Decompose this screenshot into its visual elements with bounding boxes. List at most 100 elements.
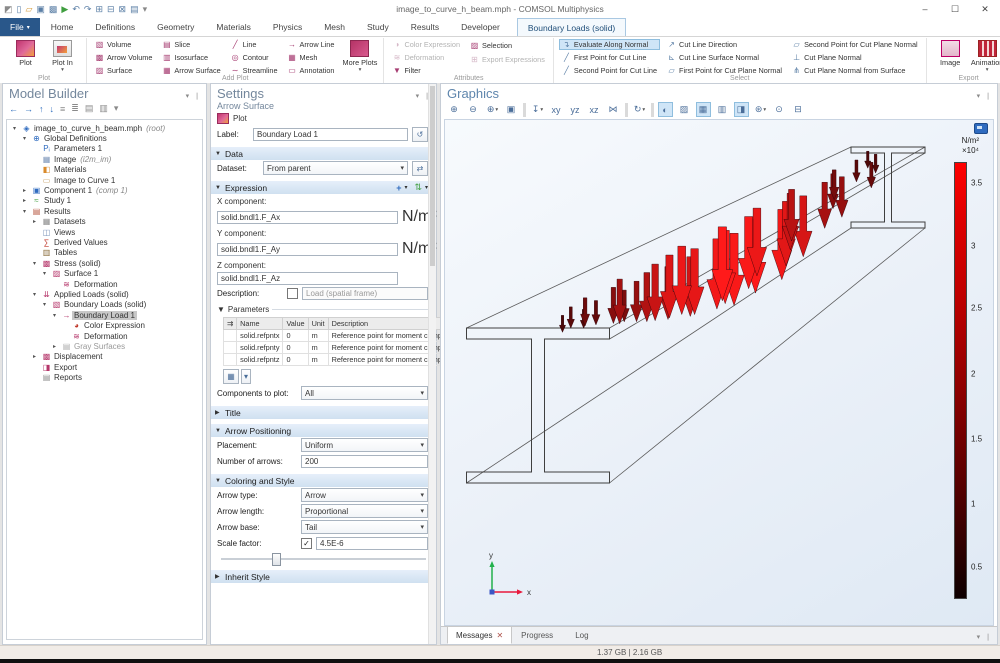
chevron-down-icon[interactable]: ▾ [241,369,251,384]
new-file-icon[interactable]: ▯ [17,0,22,18]
panel-pin-icon[interactable]: ❘ [194,92,200,100]
first-point-cut-line-button[interactable]: ╱ First Point for Cut Line [559,52,660,63]
tree-item-color-expression[interactable]: ◕ Color Expression [7,320,202,330]
tree-columns-icon[interactable]: ▥ [99,103,108,114]
tab-materials[interactable]: Materials [205,18,261,36]
save-icon[interactable]: ▣ [36,0,45,18]
tree-back-icon[interactable]: ← [9,104,18,114]
tree-item-displacement[interactable]: ▸ ▩ Displacement [7,352,202,362]
zoom-in-button[interactable]: ⊕ [447,102,462,117]
tree-item-image-to-curve[interactable]: ▭ Image to Curve 1 [7,175,202,185]
volume-button[interactable]: ▧ Volume [92,39,155,50]
tab-mesh[interactable]: Mesh [313,18,356,36]
snapshot-button[interactable]: ⊙ [772,102,787,117]
tree-item-export[interactable]: ◨ Export [7,362,202,372]
tree-expand-arrow[interactable]: ▾ [33,260,41,267]
description-input[interactable]: Load (spatial frame) [302,286,428,300]
label-input[interactable]: Boundary Load 1 [253,127,408,141]
y-component-input[interactable]: solid.bndl1.F_Ay [217,242,398,256]
run-icon[interactable]: ▶ [61,0,68,18]
plot-button[interactable]: Plot [7,39,44,73]
more-plots-button[interactable]: More Plots ▾ [341,39,378,73]
tree-item-materials[interactable]: ◧ Materials [7,165,202,175]
zoom-box-button[interactable]: ⊕ ▾ [485,102,500,117]
tree-item-applied-loads[interactable]: ▾ ⇊ Applied Loads (solid) [7,289,202,299]
tree-expand-arrow[interactable]: ▸ [33,353,41,360]
tree-item-study[interactable]: ▸ ≈ Study 1 [7,196,202,206]
copy-icon[interactable]: ⊞ [95,0,103,18]
arrow-line-button[interactable]: → Arrow Line [285,39,338,50]
view-yz-button[interactable]: yz [568,102,583,117]
section-expression[interactable]: ▼ Expression + ▾ ⇅ ▾ [211,181,436,194]
tree-expand-arrow[interactable]: ▸ [23,197,31,204]
zoom-out-button[interactable]: ⊖ [466,102,481,117]
tree-item-results[interactable]: ▾ ▤ Results [7,206,202,216]
redo-icon[interactable]: ↷ [84,0,92,18]
delete-icon[interactable]: ▤ [130,0,139,18]
grid-button[interactable]: ▥ [715,102,730,117]
line-button[interactable]: ╱ Line [228,39,281,50]
window-mode-button[interactable]: ◨ [734,102,749,117]
center-view-button[interactable]: ⋈ [606,102,621,117]
settings-scrollbar[interactable] [428,84,436,644]
table-row[interactable]: solid.refpntx 0 m Reference point for mo… [222,329,463,342]
tab-progress[interactable]: Progress [512,626,566,644]
tab-study[interactable]: Study [356,18,400,36]
tree-item-gray-surfaces[interactable]: ▸ ▤ Gray Surfaces [7,341,202,351]
toolbar-separator[interactable] [651,102,654,117]
graphics-scene[interactable]: xy N/m² ×10⁴ 3.5 3 2.5 2 1.5 1 0.5 [444,119,994,626]
tree-menu-caret-icon[interactable]: ▾ [114,103,119,114]
tree-item-datasets[interactable]: ▸ ▦ Datasets [7,217,202,227]
tree-item-deformation1[interactable]: ≋ Deformation [7,279,202,289]
table-row[interactable]: solid.refpntz 0 m Reference point for mo… [222,353,463,366]
scale-factor-checkbox[interactable] [301,537,312,549]
export-animation-button[interactable]: Animation ▾ [969,39,1000,73]
tree-item-stress[interactable]: ▾ ▩ Stress (solid) [7,258,202,268]
tree-expand-icon[interactable]: ≣ [71,103,79,114]
x-component-input[interactable]: solid.bndl1.F_Ax [217,210,398,224]
cut-line-surface-normal-button[interactable]: ⊾ Cut Line Surface Normal [664,52,785,63]
section-inherit-style[interactable]: ▶ Inherit Style [211,570,436,583]
close-button[interactable]: ✕ [970,0,1000,18]
panel-pin-icon[interactable]: ❘ [985,633,991,641]
tab-developer[interactable]: Developer [450,18,511,36]
number-of-arrows-input[interactable]: 200 [301,454,428,468]
scene-light-button[interactable]: ◐ [658,102,673,117]
view-xz-button[interactable]: xz [587,102,602,117]
arrow-volume-button[interactable]: ▩ Arrow Volume [92,52,155,63]
add-expression-icon[interactable]: + [396,183,401,193]
print-button[interactable]: ⊟ [791,102,806,117]
tree-item-component[interactable]: ▸ ▣ Component 1 (comp 1) [7,185,202,195]
section-coloring-style[interactable]: ▼ Coloring and Style [211,474,436,487]
panel-menu-icon[interactable]: ▾ [977,92,981,100]
tab-physics[interactable]: Physics [262,18,313,36]
tree-item-parameters[interactable]: Pᵢ Parameters 1 [7,144,202,154]
paste-icon[interactable]: ⊟ [107,0,115,18]
panel-menu-icon[interactable]: ▾ [416,92,420,100]
deformation-button[interactable]: ≋ Deformation [389,52,463,63]
tree-item-reports[interactable]: ▤ Reports [7,372,202,382]
parameters-expander[interactable]: ▼ Parameters [211,301,436,315]
section-title[interactable]: ▶ Title [211,406,436,419]
slider-thumb[interactable] [272,553,282,566]
tree-move-up-icon[interactable]: ↑ [39,104,44,114]
description-checkbox[interactable] [287,287,298,299]
plot-in-button[interactable]: Plot In ▾ [44,39,81,73]
tree-item-views[interactable]: ◫ Views [7,227,202,237]
cut-plane-normal-button[interactable]: ⊥ Cut Plane Normal [789,52,921,63]
table-row[interactable]: solid.refpnty 0 m Reference point for mo… [222,341,463,354]
export-image-button[interactable]: Image [932,39,969,73]
placement-select[interactable]: Uniform [301,438,428,452]
panel-menu-icon[interactable]: ▾ [186,92,190,100]
cut-line-direction-button[interactable]: ↗ Cut Line Direction [664,39,785,50]
color-expression-button[interactable]: ◑ Color Expression [389,39,463,50]
scale-factor-input[interactable]: 4.5E-6 [316,536,428,550]
slice-button[interactable]: ▤ Slice [159,39,223,50]
tree-forward-icon[interactable]: → [24,104,33,114]
zoom-extents-button[interactable]: ▣ [504,102,519,117]
file-menu-button[interactable]: File ▾ [0,18,40,36]
tab-boundary-loads[interactable]: Boundary Loads (solid) [516,18,627,36]
toolbar-separator[interactable] [523,102,526,117]
contour-button[interactable]: ◎ Contour [228,52,281,63]
tree-expand-arrow[interactable]: ▾ [13,125,21,132]
